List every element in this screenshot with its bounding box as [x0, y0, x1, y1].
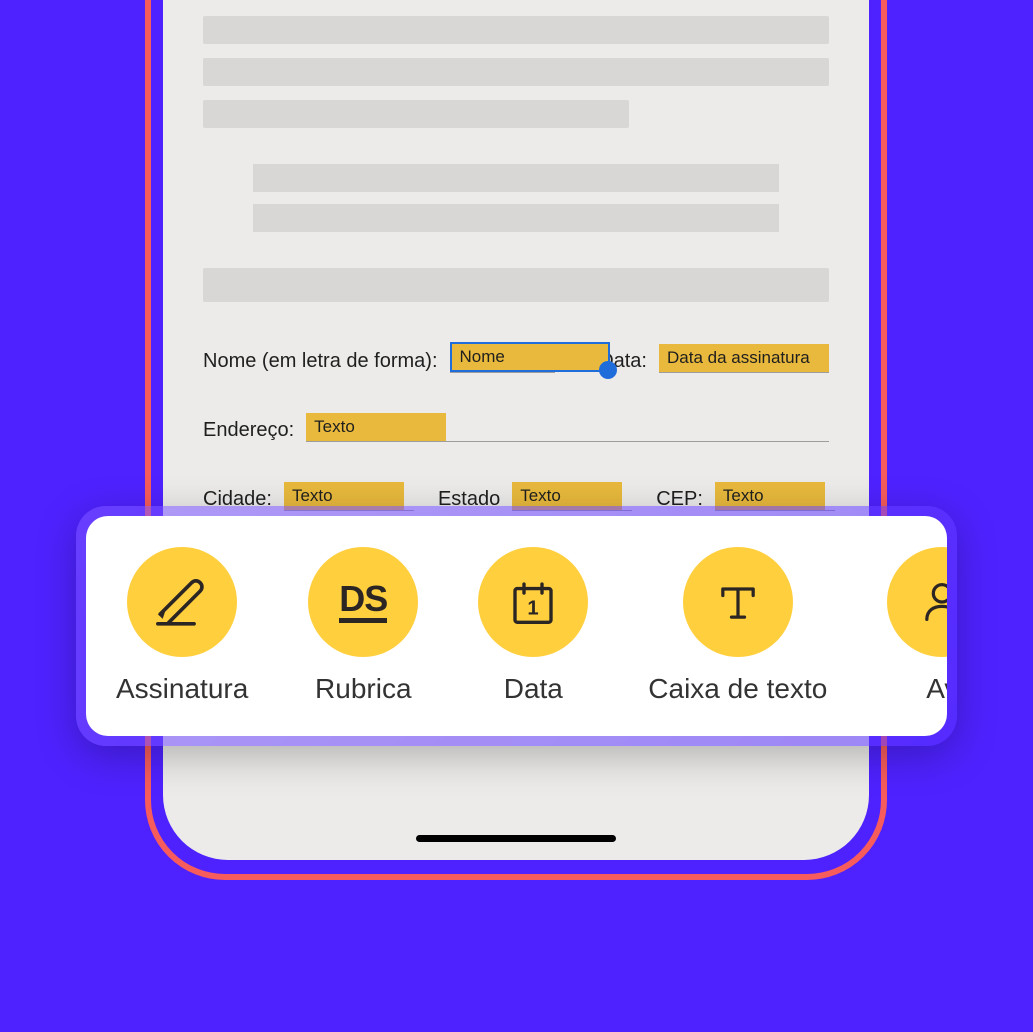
- placeholder-line: [253, 204, 779, 232]
- svg-text:1: 1: [528, 597, 539, 619]
- placeholder-line: [203, 16, 829, 44]
- address-tag-text: Texto: [314, 417, 355, 437]
- tool-approve[interactable]: Av: [887, 547, 947, 705]
- tool-signature[interactable]: Assinatura: [116, 547, 248, 705]
- document-area: Nome (em letra de forma): Nome Data: Dat…: [163, 0, 869, 579]
- name-tag[interactable]: Nome: [450, 342, 610, 372]
- tool-date[interactable]: 1 Data: [478, 547, 588, 705]
- address-field[interactable]: Texto: [306, 413, 829, 442]
- date-tag-text: Data da assinatura: [667, 348, 810, 368]
- state-tag-text: Texto: [520, 486, 561, 506]
- name-label: Nome (em letra de forma):: [203, 350, 438, 373]
- tool-label: Assinatura: [116, 673, 248, 705]
- placeholder-line: [253, 164, 779, 192]
- placeholder-line: [203, 58, 829, 86]
- date-tag[interactable]: Data da assinatura: [659, 344, 829, 372]
- row-name-date: Nome (em letra de forma): Nome Data: Dat…: [203, 342, 829, 373]
- name-field[interactable]: Nome: [450, 342, 556, 373]
- field-toolbar-panel: Assinatura DS Rubrica 1 Data: [76, 506, 957, 746]
- text-icon: [683, 547, 793, 657]
- placeholder-line: [203, 100, 629, 128]
- initials-icon: DS: [308, 547, 418, 657]
- calendar-icon: 1: [478, 547, 588, 657]
- tool-label: Data: [504, 673, 563, 705]
- person-icon: [887, 547, 947, 657]
- cep-tag-text: Texto: [723, 486, 764, 506]
- pen-icon: [127, 547, 237, 657]
- date-field[interactable]: Data da assinatura: [659, 344, 829, 373]
- tool-label: Caixa de texto: [648, 673, 827, 705]
- address-tag[interactable]: Texto: [306, 413, 446, 441]
- tool-initials[interactable]: DS Rubrica: [308, 547, 418, 705]
- placeholder-line: [203, 268, 829, 302]
- field-toolbar[interactable]: Assinatura DS Rubrica 1 Data: [86, 516, 947, 736]
- address-label: Endereço:: [203, 419, 294, 442]
- tool-textbox[interactable]: Caixa de texto: [648, 547, 827, 705]
- city-tag-text: Texto: [292, 486, 333, 506]
- tool-label: Rubrica: [315, 673, 411, 705]
- home-indicator: [416, 835, 616, 842]
- tool-label: Av: [926, 673, 947, 705]
- row-address: Endereço: Texto: [203, 413, 829, 442]
- resize-handle-icon[interactable]: [599, 361, 617, 379]
- name-tag-text: Nome: [460, 347, 505, 367]
- placeholder-block: [253, 164, 779, 232]
